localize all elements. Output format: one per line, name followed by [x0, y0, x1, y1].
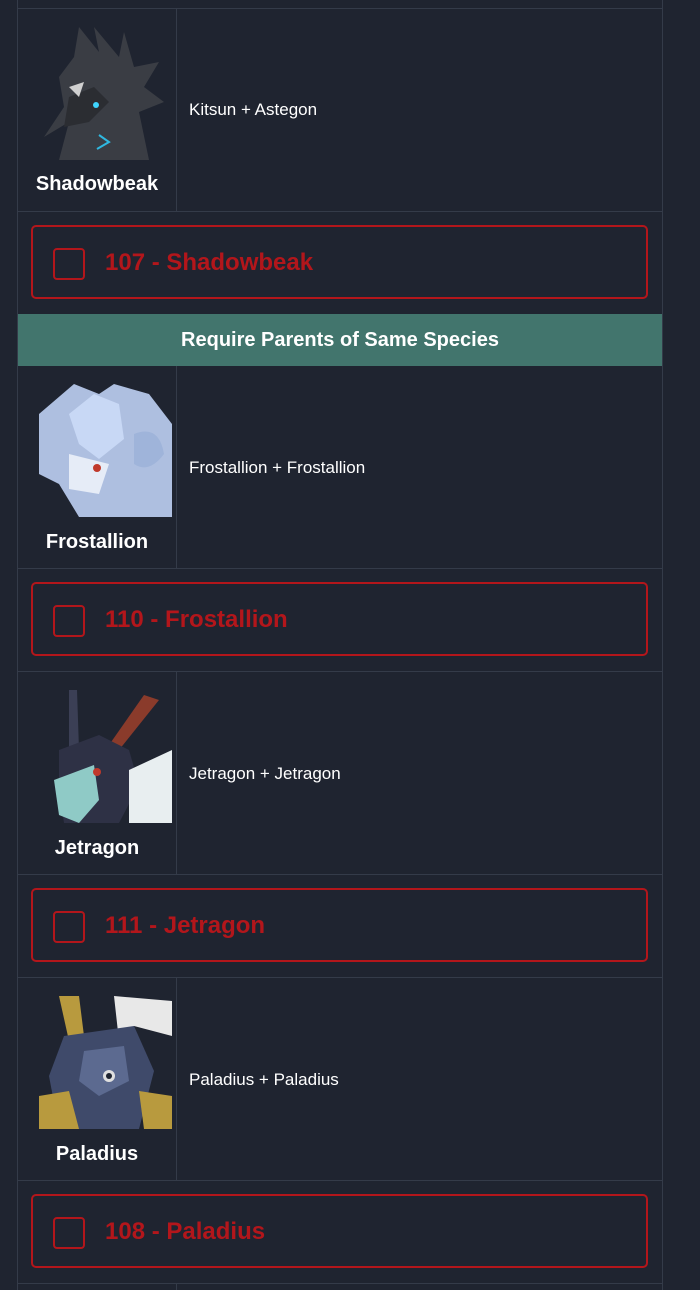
row-divider	[18, 1180, 662, 1181]
pal-cell-jetragon: Jetragon	[18, 672, 176, 874]
column-divider	[176, 672, 177, 874]
row-divider	[18, 1283, 662, 1284]
pal-name: Frostallion	[45, 531, 149, 553]
shadowbeak-portrait-icon	[39, 27, 172, 160]
parent-combo: Kitsun + Astegon	[189, 100, 318, 119]
column-divider	[176, 1284, 177, 1290]
row-divider	[18, 211, 662, 212]
checkbox[interactable]	[53, 1217, 85, 1249]
checkbox[interactable]	[53, 911, 85, 943]
pal-cell-frostallion: Frostallion	[18, 366, 176, 568]
jetragon-portrait-icon	[39, 690, 172, 823]
checkbox[interactable]	[53, 248, 85, 280]
checkbox-row-jetragon[interactable]: 111 - Jetragon	[31, 888, 648, 962]
parent-combo: Jetragon + Jetragon	[189, 764, 341, 783]
section-header: Require Parents of Same Species	[18, 314, 662, 366]
pal-name: Jetragon	[54, 837, 140, 859]
pal-cell-paladius: Paladius	[18, 978, 176, 1180]
column-divider	[176, 366, 177, 568]
checkbox[interactable]	[53, 605, 85, 637]
checkbox-label: 108 - Paladius	[105, 1218, 266, 1245]
breeding-table: Shadowbeak Kitsun + Astegon 107 - Shadow…	[17, 0, 663, 1290]
checkbox-row-shadowbeak[interactable]: 107 - Shadowbeak	[31, 225, 648, 299]
checkbox-row-paladius[interactable]: 108 - Paladius	[31, 1194, 648, 1268]
pal-name: Paladius	[55, 1143, 139, 1165]
row-divider	[18, 568, 662, 569]
parent-combo: Frostallion + Frostallion	[189, 458, 366, 477]
frostallion-portrait-icon	[39, 384, 172, 517]
checkbox-row-frostallion[interactable]: 110 - Frostallion	[31, 582, 648, 656]
column-divider	[176, 978, 177, 1180]
parent-combo: Paladius + Paladius	[189, 1070, 339, 1089]
pal-name: Shadowbeak	[35, 173, 159, 195]
row-divider	[18, 874, 662, 875]
checkbox-label: 110 - Frostallion	[105, 606, 288, 633]
pal-cell-shadowbeak: Shadowbeak	[18, 9, 176, 211]
checkbox-label: 107 - Shadowbeak	[105, 249, 314, 276]
checkbox-label: 111 - Jetragon	[105, 912, 266, 939]
column-divider	[176, 9, 177, 211]
paladius-portrait-icon	[39, 996, 172, 1129]
